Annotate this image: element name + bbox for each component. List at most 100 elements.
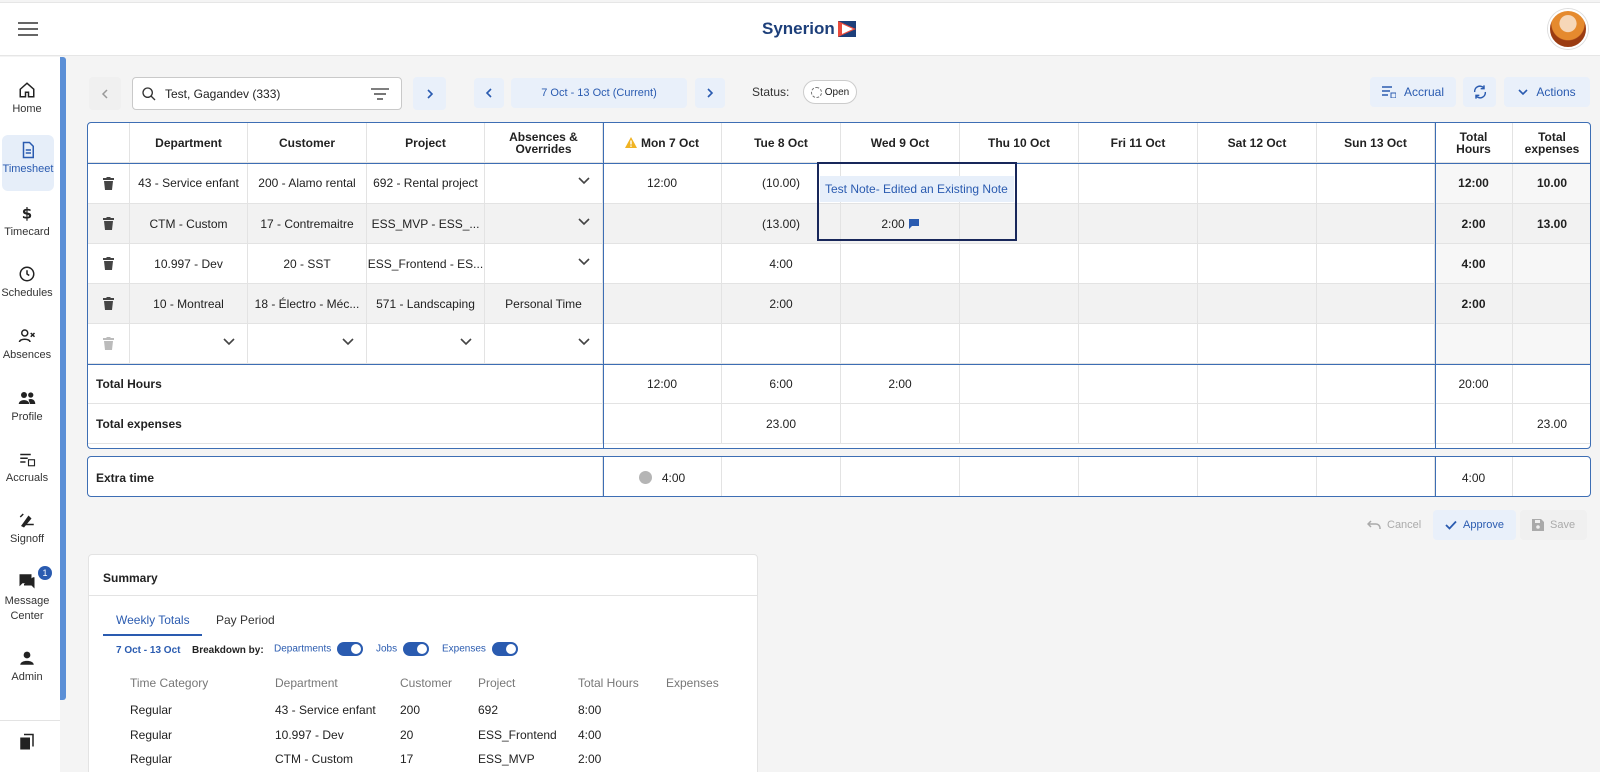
delete-row-button[interactable]	[88, 204, 130, 244]
row2-project[interactable]: ESS_MVP - ESS_...	[367, 204, 485, 244]
row4-thu[interactable]	[960, 284, 1079, 324]
new-row-mon[interactable]	[603, 324, 722, 364]
nav-accruals[interactable]: Accruals	[0, 450, 54, 484]
row4-sun[interactable]	[1317, 284, 1435, 324]
top-bar: Synerion	[0, 2, 1600, 56]
row2-department[interactable]: CTM - Custom	[130, 204, 248, 244]
row3-fri[interactable]	[1079, 244, 1198, 284]
new-row-department-dropdown[interactable]	[130, 324, 248, 364]
new-row-tue[interactable]	[722, 324, 841, 364]
row2-fri[interactable]	[1079, 204, 1198, 244]
refresh-button[interactable]	[1463, 77, 1496, 107]
new-row-wed[interactable]	[841, 324, 960, 364]
cancel-button[interactable]: Cancel	[1355, 510, 1433, 540]
row4-absences[interactable]: Personal Time	[485, 284, 603, 324]
nav-message-center[interactable]: 1 Message Center	[0, 566, 54, 624]
toggle-departments[interactable]: Departments	[274, 642, 364, 656]
sidebar-divider	[0, 720, 60, 721]
days-divider	[603, 123, 604, 448]
summary-cell: 2:00	[578, 752, 602, 766]
row4-department[interactable]: 10 - Montreal	[130, 284, 248, 324]
row3-thu[interactable]	[960, 244, 1079, 284]
row3-sun[interactable]	[1317, 244, 1435, 284]
period-selector[interactable]: 7 Oct - 13 Oct (Current)	[511, 78, 687, 108]
actions-button[interactable]: Actions	[1504, 77, 1590, 107]
row1-project[interactable]: 692 - Rental project	[367, 163, 485, 204]
row2-mon[interactable]	[603, 204, 722, 244]
save-button[interactable]: Save	[1520, 510, 1588, 540]
toggle-jobs[interactable]: Jobs	[376, 642, 430, 656]
new-row-absences-dropdown[interactable]	[485, 324, 603, 364]
row1-department[interactable]: 43 - Service enfant	[130, 163, 248, 204]
filter-icon[interactable]	[371, 87, 389, 101]
row3-mon[interactable]	[603, 244, 722, 284]
total-hours-wed: 2:00	[841, 364, 960, 404]
tab-weekly-totals[interactable]: Weekly Totals	[116, 613, 190, 627]
row4-customer[interactable]: 18 - Électro - Méc...	[248, 284, 367, 324]
toggle-expenses-switch[interactable]	[491, 642, 518, 656]
nav-documents[interactable]	[0, 733, 54, 755]
row1-customer[interactable]: 200 - Alamo rental	[248, 163, 367, 204]
nav-schedules[interactable]: Schedules	[0, 265, 54, 299]
row2-customer[interactable]: 17 - Contremaitre	[248, 204, 367, 244]
row4-mon[interactable]	[603, 284, 722, 324]
new-row-customer-dropdown[interactable]	[248, 324, 367, 364]
toggle-jobs-switch[interactable]	[403, 642, 430, 656]
row1-mon[interactable]: 12:00	[603, 163, 722, 204]
row3-tue[interactable]: 4:00	[722, 244, 841, 284]
row3-wed[interactable]	[841, 244, 960, 284]
header-total-expenses: Total expenses	[1513, 123, 1590, 163]
delete-row-button[interactable]	[88, 244, 130, 284]
row1-fri[interactable]	[1079, 163, 1198, 204]
person-x-icon	[18, 329, 36, 343]
row1-absences-dropdown[interactable]	[485, 163, 603, 204]
nav-home[interactable]: Home	[0, 81, 54, 115]
new-row-sat[interactable]	[1198, 324, 1317, 364]
row4-fri[interactable]	[1079, 284, 1198, 324]
employee-search[interactable]: Test, Gagandev (333)	[132, 77, 402, 110]
new-row-thu[interactable]	[960, 324, 1079, 364]
toggle-expenses[interactable]: Expenses	[442, 642, 518, 656]
row2-sat[interactable]	[1198, 204, 1317, 244]
header-total-expenses-line1: Total	[1538, 129, 1566, 144]
row3-project[interactable]: ESS_Frontend - ES...	[367, 244, 485, 284]
row4-sat[interactable]	[1198, 284, 1317, 324]
accrual-button[interactable]: Accrual	[1370, 77, 1456, 107]
row2-sun[interactable]	[1317, 204, 1435, 244]
total-hours-label: Total Hours	[88, 364, 603, 404]
user-avatar[interactable]	[1548, 9, 1588, 49]
nav-absences[interactable]: Absences	[0, 327, 54, 361]
nav-profile[interactable]: Profile	[0, 389, 54, 423]
prev-period-button[interactable]	[474, 78, 504, 108]
prev-employee-button[interactable]	[89, 77, 121, 110]
summary-title: Summary	[103, 571, 158, 585]
next-period-button[interactable]	[695, 78, 725, 108]
total-expenses-tue: 23.00	[722, 404, 841, 444]
delete-row-button[interactable]	[88, 284, 130, 324]
approve-button[interactable]: Approve	[1433, 510, 1516, 540]
nav-admin[interactable]: Admin	[0, 649, 54, 683]
row4-tue[interactable]: 2:00	[722, 284, 841, 324]
nav-timecard[interactable]: $ Timecard	[0, 204, 54, 238]
toggle-departments-switch[interactable]	[337, 642, 364, 656]
row3-customer[interactable]: 20 - SST	[248, 244, 367, 284]
total-expenses-grand: 23.00	[1513, 404, 1590, 444]
new-row-project-dropdown[interactable]	[367, 324, 485, 364]
brand-logo: Synerion	[762, 19, 856, 39]
next-employee-button[interactable]	[413, 77, 446, 110]
row2-absences-dropdown[interactable]	[485, 204, 603, 244]
nav-signoff[interactable]: Signoff	[0, 511, 54, 545]
row3-department[interactable]: 10.997 - Dev	[130, 244, 248, 284]
delete-row-button[interactable]	[88, 163, 130, 204]
new-row-fri[interactable]	[1079, 324, 1198, 364]
row4-project[interactable]: 571 - Landscaping	[367, 284, 485, 324]
hamburger-menu-icon[interactable]	[18, 22, 38, 36]
new-row-sun[interactable]	[1317, 324, 1435, 364]
row1-sun[interactable]	[1317, 163, 1435, 204]
row3-sat[interactable]	[1198, 244, 1317, 284]
tab-pay-period[interactable]: Pay Period	[216, 613, 275, 627]
nav-timesheet[interactable]: Timesheet	[2, 135, 54, 191]
row3-absences-dropdown[interactable]	[485, 244, 603, 284]
row1-sat[interactable]	[1198, 163, 1317, 204]
row4-wed[interactable]	[841, 284, 960, 324]
